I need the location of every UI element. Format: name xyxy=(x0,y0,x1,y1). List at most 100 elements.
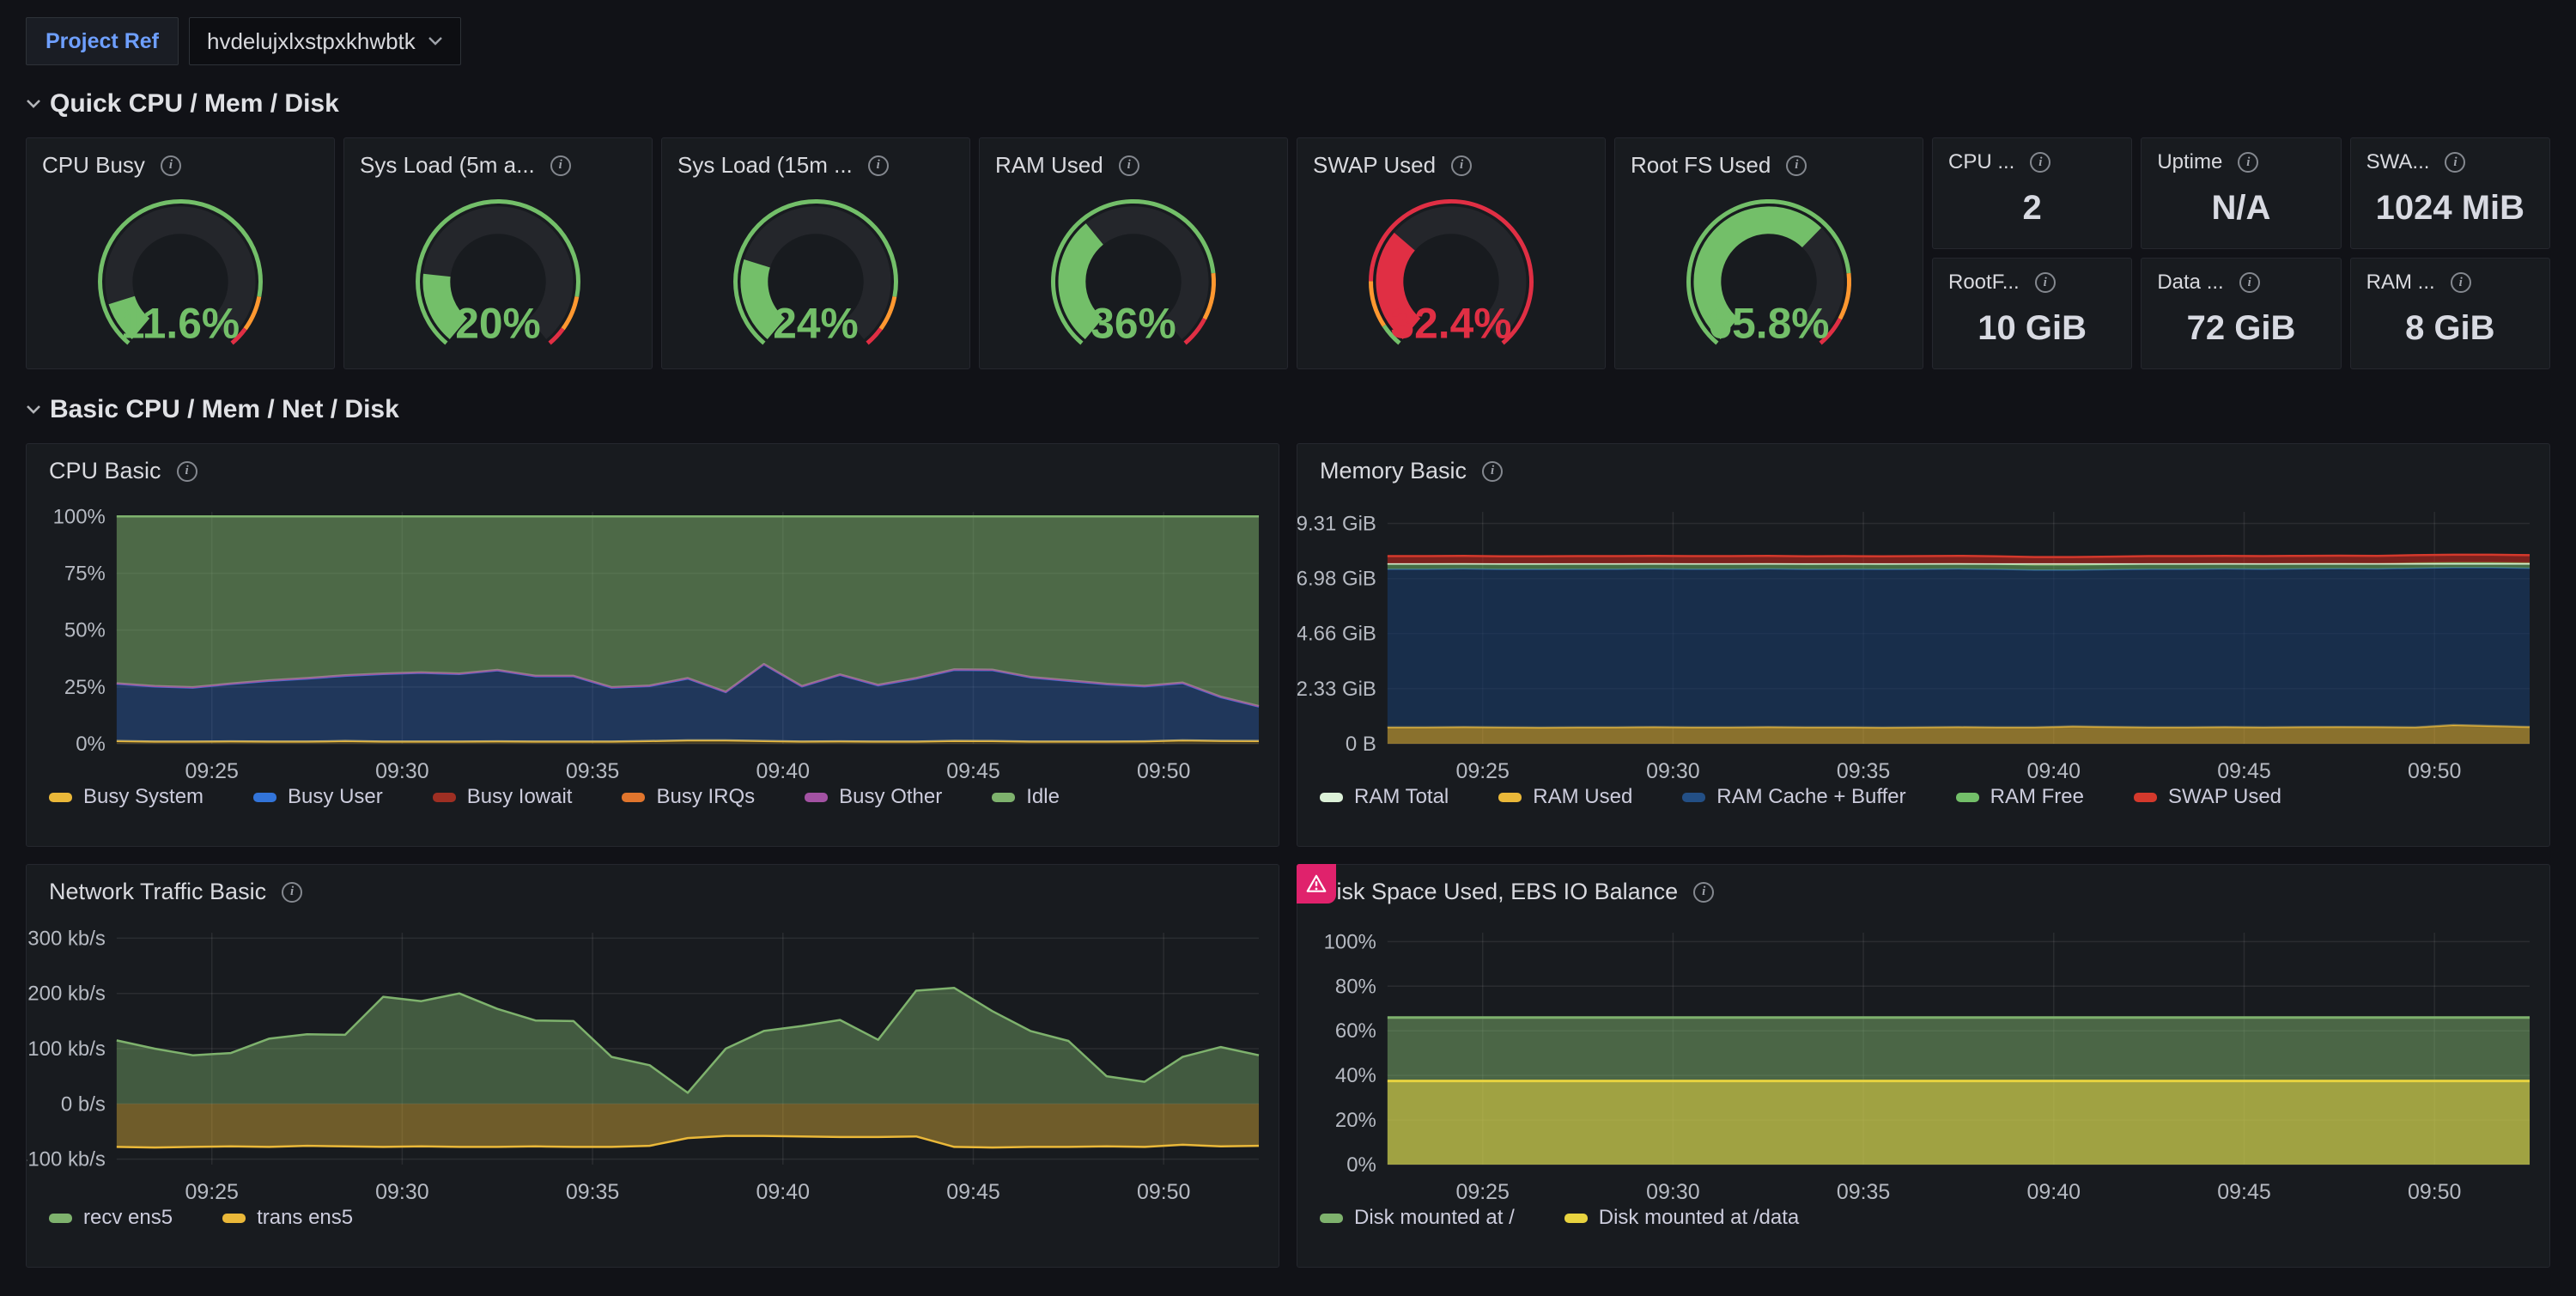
svg-text:09:35: 09:35 xyxy=(566,759,619,783)
svg-text:09:25: 09:25 xyxy=(1455,1180,1509,1204)
legend-label: Idle xyxy=(1026,785,1060,809)
legend-item-trans-ens5[interactable]: trans ens5 xyxy=(222,1206,353,1230)
legend-item-recv-ens5[interactable]: recv ens5 xyxy=(49,1206,173,1230)
gauge-panel-root-fs-used: Root FS Usedi65.8% xyxy=(1614,137,1923,369)
legend-item-ram-cache-buffer[interactable]: RAM Cache + Buffer xyxy=(1682,785,1905,809)
stat-panel-data: Data ...i72 GiB xyxy=(2141,258,2341,369)
legend-item-busy-system[interactable]: Busy System xyxy=(49,785,204,809)
stat-value: N/A xyxy=(2142,174,2340,248)
chart-panel-network-traffic-basic: Network Traffic Basici-100 kb/s0 b/s100 … xyxy=(26,864,1279,1268)
legend-item-swap-used[interactable]: SWAP Used xyxy=(2134,785,2281,809)
svg-text:0 b/s: 0 b/s xyxy=(61,1092,106,1116)
svg-text:200 kb/s: 200 kb/s xyxy=(27,983,106,1006)
legend: recv ens5 trans ens5 xyxy=(27,1206,1279,1230)
svg-text:6.98 GiB: 6.98 GiB xyxy=(1297,568,1376,591)
legend: RAM Total RAM Used RAM Cache + Buffer RAM F… xyxy=(1297,785,2549,809)
legend-chip-icon xyxy=(805,793,828,802)
legend-item-busy-other[interactable]: Busy Other xyxy=(805,785,942,809)
panel-title: Sys Load (5m a... xyxy=(360,152,535,179)
legend-chip-icon xyxy=(49,793,72,802)
gauge-sys-load-15m: 24% xyxy=(662,179,969,362)
svg-text:80%: 80% xyxy=(1335,975,1376,998)
info-icon[interactable]: i xyxy=(2451,272,2471,293)
svg-text:09:35: 09:35 xyxy=(1837,1180,1890,1204)
legend-item-ram-used[interactable]: RAM Used xyxy=(1498,785,1632,809)
svg-text:0 B: 0 B xyxy=(1346,733,1376,756)
legend-item-disk-mounted-at-data[interactable]: Disk mounted at /data xyxy=(1564,1206,1799,1230)
legend-label: RAM Cache + Buffer xyxy=(1716,785,1905,809)
gauge-panel-swap-used: SWAP Usedi32.4% xyxy=(1297,137,1606,369)
legend-label: RAM Free xyxy=(1990,785,2084,809)
info-icon[interactable]: i xyxy=(1451,155,1472,176)
chart-panel-memory-basic: Memory Basic i 0 B 2.33 GiB 4.66 GiB 6.98 GiB… xyxy=(1297,443,2550,847)
legend-label: Busy System xyxy=(83,785,204,809)
svg-text:2.33 GiB: 2.33 GiB xyxy=(1297,678,1376,701)
variable-value: hvdelujxlxstpxkhwbtk xyxy=(207,28,416,55)
svg-text:09:40: 09:40 xyxy=(2027,759,2081,783)
svg-text:09:50: 09:50 xyxy=(2408,1180,2461,1204)
info-icon[interactable]: i xyxy=(550,155,571,176)
gauge-value: 36% xyxy=(1091,300,1176,348)
svg-text:09:50: 09:50 xyxy=(1137,1180,1190,1204)
info-icon[interactable]: i xyxy=(1693,882,1714,903)
panel-title: CPU Basic xyxy=(49,458,161,484)
gauge-row: CPU Busyi11.6%Sys Load (5m a...i20%Sys L… xyxy=(26,137,2550,369)
panel-title: Memory Basic xyxy=(1320,458,1467,484)
legend-item-idle[interactable]: Idle xyxy=(992,785,1060,809)
chart-panel-cpu-basic: CPU Basic i 0%25%50%75%100%09:2509:3009:35… xyxy=(26,443,1279,847)
chevron-down-icon xyxy=(26,99,41,109)
info-icon[interactable]: i xyxy=(2035,272,2056,293)
chart-memory-basic: 0 B2.33 GiB4.66 GiB6.98 GiB9.31 GiB09:25… xyxy=(1297,486,2549,783)
info-icon[interactable]: i xyxy=(2445,152,2465,173)
info-icon[interactable]: i xyxy=(282,882,302,903)
stat-panel-ram: RAM ...i8 GiB xyxy=(2350,258,2550,369)
panel-title: RAM Used xyxy=(995,152,1103,179)
section-basic-cpu-mem-net-disk[interactable]: Basic CPU / Mem / Net / Disk xyxy=(26,393,2550,426)
legend-item-ram-free[interactable]: RAM Free xyxy=(1956,785,2084,809)
panel-title: CPU Busy xyxy=(42,152,145,179)
svg-text:09:45: 09:45 xyxy=(946,759,999,783)
info-icon[interactable]: i xyxy=(2030,152,2050,173)
info-icon[interactable]: i xyxy=(868,155,889,176)
info-icon[interactable]: i xyxy=(177,461,197,482)
info-icon[interactable]: i xyxy=(1786,155,1807,176)
gauge-sys-load-5m-a: 20% xyxy=(344,179,652,362)
legend-chip-icon xyxy=(253,793,276,802)
info-icon[interactable]: i xyxy=(2239,272,2260,293)
legend-item-busy-irqs[interactable]: Busy IRQs xyxy=(622,785,755,809)
info-icon[interactable]: i xyxy=(161,155,181,176)
legend-chip-icon xyxy=(1320,1214,1343,1223)
variable-dropdown[interactable]: hvdelujxlxstpxkhwbtk xyxy=(189,17,461,65)
panel-title: RootF... xyxy=(1948,271,2020,295)
section-quick-cpu-mem-disk[interactable]: Quick CPU / Mem / Disk xyxy=(26,88,2550,120)
panel-title: Network Traffic Basic xyxy=(49,879,266,905)
legend-item-busy-iowait[interactable]: Busy Iowait xyxy=(433,785,573,809)
info-icon[interactable]: i xyxy=(2238,152,2258,173)
svg-text:0%: 0% xyxy=(76,733,106,756)
svg-text:09:45: 09:45 xyxy=(946,1180,999,1204)
legend-label: recv ens5 xyxy=(83,1206,173,1230)
svg-text:4.66 GiB: 4.66 GiB xyxy=(1297,623,1376,646)
chevron-down-icon xyxy=(428,36,443,46)
panel-title: Data ... xyxy=(2157,271,2223,295)
svg-text:20%: 20% xyxy=(1335,1109,1376,1132)
chart-cpu-basic: 0%25%50%75%100%09:2509:3009:3509:4009:45… xyxy=(27,486,1279,783)
gauge-swap-used: 32.4% xyxy=(1297,179,1605,362)
info-icon[interactable]: i xyxy=(1482,461,1503,482)
svg-text:50%: 50% xyxy=(64,619,106,642)
svg-text:09:35: 09:35 xyxy=(1837,759,1890,783)
info-icon[interactable]: i xyxy=(1119,155,1139,176)
alert-icon[interactable] xyxy=(1297,864,1336,904)
legend-chip-icon xyxy=(1564,1214,1588,1223)
legend-label: Disk mounted at /data xyxy=(1599,1206,1799,1230)
svg-text:-100 kb/s: -100 kb/s xyxy=(27,1148,106,1171)
dashboard: Project Ref hvdelujxlxstpxkhwbtk Quick C… xyxy=(0,0,2576,1296)
legend-chip-icon xyxy=(1956,793,1979,802)
panel-title: Disk Space Used, EBS IO Balance xyxy=(1320,879,1678,905)
legend-item-ram-total[interactable]: RAM Total xyxy=(1320,785,1449,809)
legend-label: trans ens5 xyxy=(257,1206,353,1230)
svg-text:100%: 100% xyxy=(53,505,106,528)
svg-text:09:35: 09:35 xyxy=(566,1180,619,1204)
legend-item-disk-mounted-at[interactable]: Disk mounted at / xyxy=(1320,1206,1515,1230)
legend-item-busy-user[interactable]: Busy User xyxy=(253,785,383,809)
